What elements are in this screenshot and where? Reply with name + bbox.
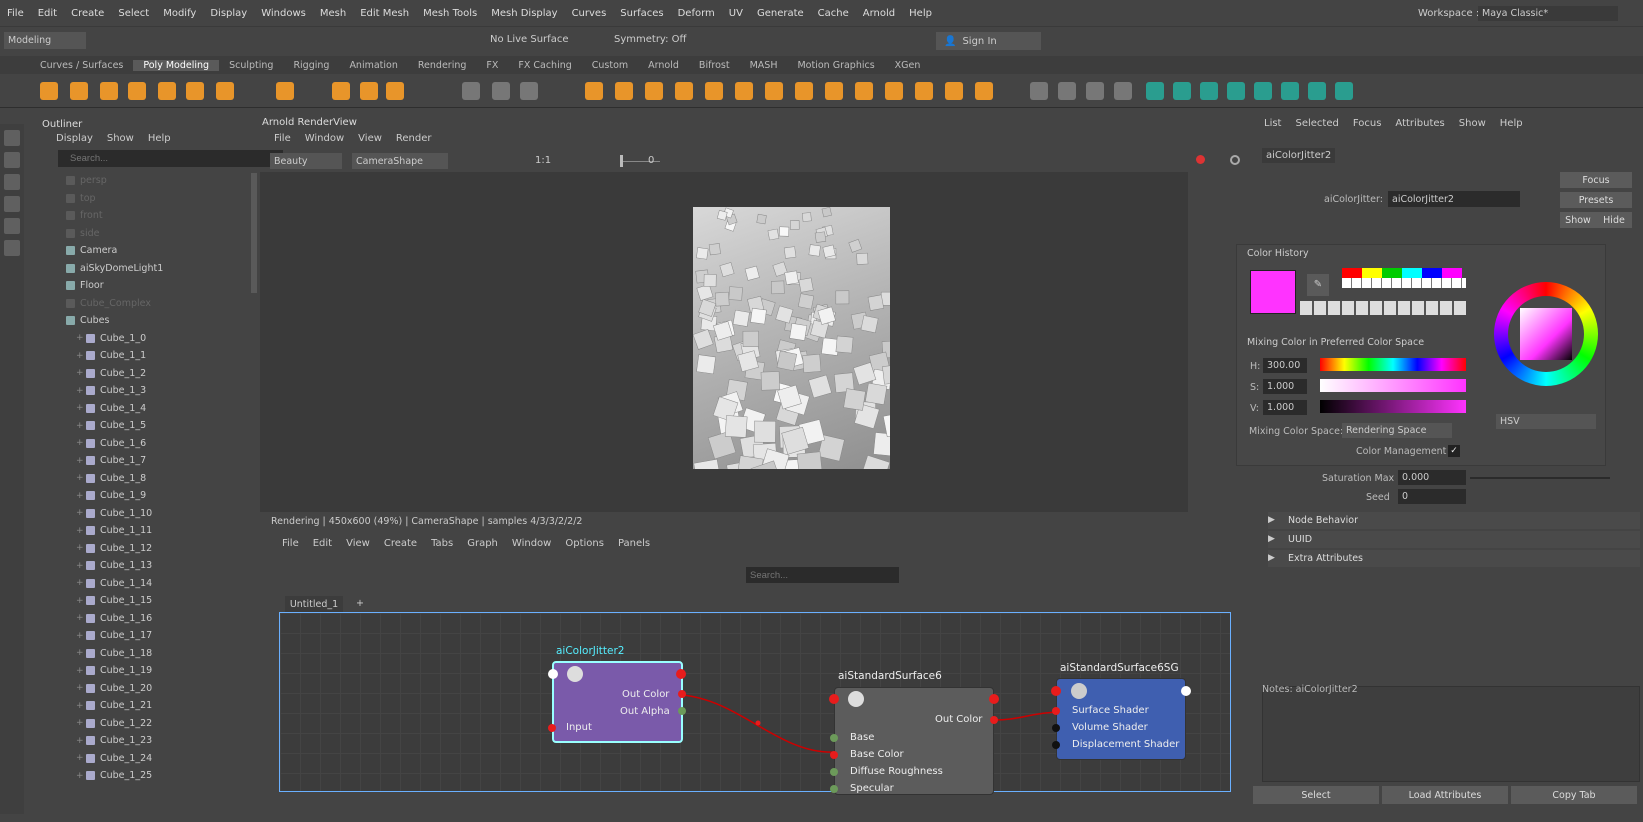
jitter-preview-icon <box>567 666 583 682</box>
history-swatch[interactable] <box>1362 268 1382 278</box>
expand-arrow-icon[interactable]: ▶ <box>1268 553 1275 563</box>
sg-out-port[interactable] <box>1181 686 1191 696</box>
color-mgmt-label: Color Management <box>1356 446 1447 457</box>
surface-port-label[interactable]: Base Color <box>850 749 904 760</box>
history-swatch[interactable] <box>1342 268 1362 278</box>
jitter-out-port[interactable] <box>676 669 686 679</box>
surface-outcolor-port[interactable] <box>990 716 998 724</box>
mixing-space-select[interactable]: Rendering Space <box>1342 423 1452 438</box>
surface-port-label[interactable]: Base <box>850 732 874 743</box>
sg-preview-icon <box>1071 683 1087 699</box>
s-label: S: <box>1250 382 1260 393</box>
history-swatch[interactable] <box>1382 268 1402 278</box>
sg-port-label[interactable]: Surface Shader <box>1072 705 1149 716</box>
h-label: H: <box>1250 361 1261 372</box>
surface-out-port[interactable] <box>989 694 999 704</box>
color-mode-select[interactable]: HSV <box>1496 414 1596 429</box>
jitter-input[interactable]: Input <box>566 722 592 733</box>
surface-node-title[interactable]: aiStandardSurface6 <box>838 670 942 682</box>
expand-arrow-icon[interactable]: ▶ <box>1268 515 1275 525</box>
saturation-max-slider[interactable] <box>1470 477 1610 479</box>
sg-in-port[interactable] <box>1051 686 1061 696</box>
jitter-input-port[interactable] <box>548 724 556 732</box>
history-swatch[interactable] <box>1422 268 1442 278</box>
current-color-swatch[interactable] <box>1250 270 1296 314</box>
show-button[interactable]: Show <box>1560 212 1596 228</box>
sg-port-label[interactable]: Displacement Shader <box>1072 739 1179 750</box>
surface-port-dot[interactable] <box>830 768 838 776</box>
mixing-label: Mixing Color in Preferred Color Space <box>1247 337 1425 348</box>
sg-node-title[interactable]: aiStandardSurface6SG <box>1060 662 1179 674</box>
attr-tab[interactable]: aiColorJitter2 <box>1262 148 1336 163</box>
saturation-max-field[interactable]: 0.000 <box>1398 470 1466 485</box>
saturation-max-label: Saturation Max <box>1322 473 1395 484</box>
notes-label: Notes: aiColorJitter2 <box>1262 684 1358 695</box>
sg-port-dot[interactable] <box>1052 741 1060 749</box>
jitter-out-alpha[interactable]: Out Alpha <box>620 706 670 717</box>
attr-menu-focus[interactable]: Focus <box>1353 118 1382 129</box>
jitter-in-port[interactable] <box>548 669 558 679</box>
connection-surface-to-sg <box>993 711 1059 721</box>
empty-swatch-row[interactable] <box>1300 301 1466 315</box>
attr-node-field[interactable]: aiColorJitter2 <box>1388 191 1520 207</box>
attr-menu: List Selected Focus Attributes Show Help <box>1264 118 1523 129</box>
sg-port-dot[interactable] <box>1052 707 1060 715</box>
surface-port-dot[interactable] <box>830 734 838 742</box>
hue-slider[interactable] <box>1320 358 1466 371</box>
seed-field[interactable]: 0 <box>1398 489 1466 504</box>
presets-button[interactable]: Presets <box>1560 192 1632 208</box>
surface-preview-icon <box>848 691 864 707</box>
jitter-outcolor-port[interactable] <box>678 690 686 698</box>
sg-port-label[interactable]: Volume Shader <box>1072 722 1148 733</box>
history-swatch[interactable] <box>1442 268 1462 278</box>
surface-port-dot[interactable] <box>830 751 838 759</box>
s-field[interactable]: 1.000 <box>1263 379 1307 394</box>
attr-node-label: aiColorJitter: <box>1324 194 1383 205</box>
v-label: V: <box>1250 403 1259 414</box>
jitter-outalpha-port[interactable] <box>678 707 686 715</box>
seed-label: Seed <box>1366 492 1390 503</box>
expand-arrow-icon[interactable]: ▶ <box>1268 534 1275 544</box>
saturation-slider[interactable] <box>1320 379 1466 392</box>
eyedropper-icon[interactable]: ✎ <box>1307 274 1329 296</box>
attr-bottom-button[interactable]: Select <box>1253 786 1379 804</box>
swatch-row-white[interactable] <box>1342 278 1466 288</box>
notes-area[interactable] <box>1262 686 1640 782</box>
color-mgmt-checkbox[interactable]: ✓ <box>1448 445 1460 457</box>
surface-port-label[interactable]: Specular <box>850 783 894 794</box>
attr-bottom-button[interactable]: Copy Tab <box>1511 786 1637 804</box>
attr-bottom-button[interactable]: Load Attributes <box>1382 786 1508 804</box>
attr-menu-selected[interactable]: Selected <box>1295 118 1338 129</box>
attr-menu-list[interactable]: List <box>1264 118 1281 129</box>
surface-port-label[interactable]: Diffuse Roughness <box>850 766 943 777</box>
attr-section-label: Extra Attributes <box>1288 553 1363 564</box>
v-field[interactable]: 1.000 <box>1263 400 1307 415</box>
surface-in-port[interactable] <box>829 694 839 704</box>
history-swatch[interactable] <box>1402 268 1422 278</box>
color-history-label: Color History <box>1247 248 1309 259</box>
h-field[interactable]: 300.00 <box>1263 358 1307 373</box>
surface-out-color[interactable]: Out Color <box>935 714 982 725</box>
attr-menu-show[interactable]: Show <box>1459 118 1486 129</box>
attr-menu-help[interactable]: Help <box>1500 118 1523 129</box>
jitter-out-color[interactable]: Out Color <box>622 689 669 700</box>
swatch-row <box>1342 268 1462 278</box>
hide-button[interactable]: Hide <box>1596 212 1632 228</box>
attr-menu-attributes[interactable]: Attributes <box>1395 118 1444 129</box>
jitter-node-title[interactable]: aiColorJitter2 <box>556 645 624 657</box>
attr-section[interactable] <box>1268 531 1640 548</box>
surface-port-dot[interactable] <box>830 785 838 793</box>
value-slider[interactable] <box>1320 400 1466 413</box>
focus-button[interactable]: Focus <box>1560 172 1632 188</box>
attr-section-label: UUID <box>1288 534 1313 545</box>
sv-square[interactable] <box>1520 308 1572 360</box>
connection-midpoint <box>755 720 761 726</box>
sg-port-dot[interactable] <box>1052 724 1060 732</box>
attr-section-label: Node Behavior <box>1288 515 1358 526</box>
mixing-space-label: Mixing Color Space: <box>1249 426 1344 437</box>
